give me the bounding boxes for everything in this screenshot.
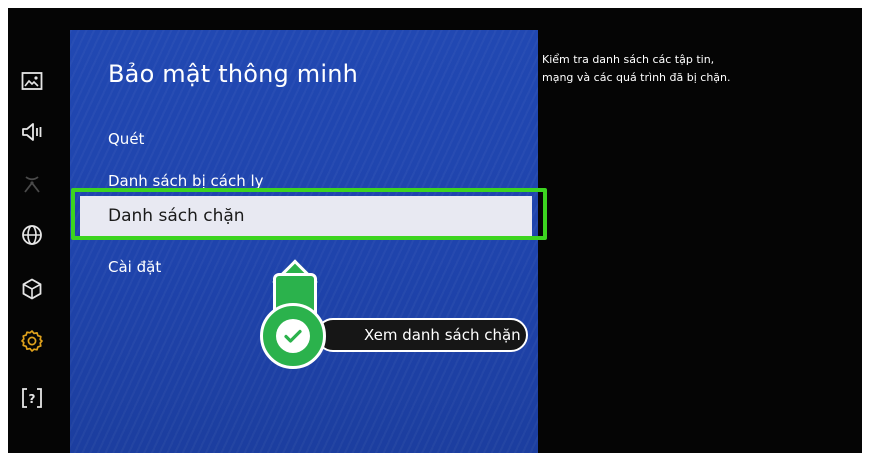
tv-screen: ? Bảo mật thông minh Quét Danh sách bị c… [8,8,862,453]
menu-item-settings[interactable]: Cài đặt [108,258,161,276]
svg-text:?: ? [29,392,36,406]
broadcast-icon[interactable] [19,171,45,197]
smart-hub-icon[interactable] [19,276,45,302]
page-title: Bảo mật thông minh [108,60,359,88]
smart-security-panel: Bảo mật thông minh Quét Danh sách bị các… [70,30,538,453]
picture-icon[interactable] [19,68,45,94]
settings-icon[interactable] [19,328,45,354]
selection-highlight [71,188,547,240]
description-text: Kiểm tra danh sách các tập tin, mạng và … [542,53,731,84]
support-icon[interactable]: ? [19,385,45,411]
callout-label: Xem danh sách chặn [316,318,528,352]
checkmark-badge [260,303,326,369]
network-icon[interactable] [19,222,45,248]
sidebar: ? [8,8,66,453]
callout-text: Xem danh sách chặn [364,326,521,344]
sound-icon[interactable] [19,119,45,145]
menu-item-scan[interactable]: Quét [108,130,144,148]
checkmark-icon [276,319,310,353]
